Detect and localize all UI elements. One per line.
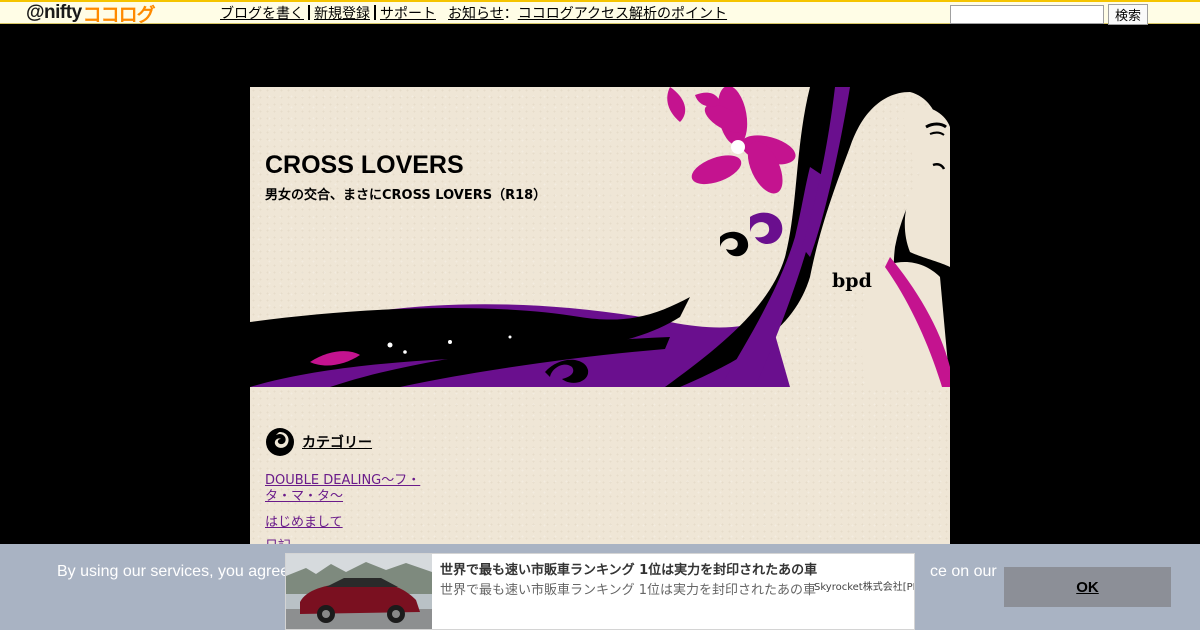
logo-nifty-text: @nifty	[26, 2, 82, 23]
blog-subtitle: 男女の交合、まさにCROSS LOVERS（R18）	[265, 188, 547, 203]
cookie-consent-text-tail: ce on our	[930, 563, 997, 580]
register-link[interactable]: 新規登録	[314, 5, 370, 21]
nifty-kokolog-logo[interactable]: @nifty ココログ	[26, 2, 156, 26]
category-swirl-icon	[266, 428, 294, 456]
banner-bpd-mark: bpd	[832, 270, 872, 292]
blog-title[interactable]: CROSS LOVERS	[265, 151, 464, 180]
ad-description[interactable]: 世界で最も速い市販車ランキング 1位は実力を封印されたあの車	[440, 579, 816, 598]
notice-article-link[interactable]: ココログアクセス解析のポイント	[518, 5, 727, 21]
cookie-consent-text: By using our services, you agree	[57, 563, 290, 580]
header-banner-illustration: bpd	[250, 87, 950, 387]
nav-divider	[374, 5, 376, 20]
notice-colon: ：	[503, 5, 518, 21]
category-link-hajimemashite[interactable]: はじめまして	[265, 515, 425, 531]
sponsored-ad[interactable]: 世界で最も速い市販車ランキング 1位は実力を封印されたあの車 世界で最も速い市販…	[285, 553, 915, 630]
search-input[interactable]	[950, 5, 1104, 24]
ad-title[interactable]: 世界で最も速い市販車ランキング 1位は実力を封印されたあの車	[440, 559, 817, 578]
ad-sponsor: Skyrocket株式会社[PR]	[814, 582, 915, 593]
category-link-double-dealing[interactable]: DOUBLE DEALING～フ・タ・マ・タ～	[265, 473, 425, 505]
ad-car-image[interactable]	[286, 554, 432, 630]
nav-divider	[308, 5, 310, 20]
notice-link[interactable]: お知らせ	[448, 5, 504, 21]
category-heading[interactable]: カテゴリー	[302, 432, 372, 452]
cookie-ok-button[interactable]: OK	[1004, 567, 1171, 607]
search-button[interactable]: 検索	[1108, 4, 1148, 25]
nifty-top-bar: @nifty ココログ ブログを書く 新規登録 サポート お知らせ：ココログアクセス解…	[0, 0, 1200, 26]
top-nav: ブログを書く 新規登録 サポート お知らせ：ココログアクセス解析のポイント	[220, 3, 727, 23]
support-link[interactable]: サポート	[380, 5, 436, 21]
logo-kokolog-text: ココログ	[82, 4, 156, 26]
write-blog-link[interactable]: ブログを書く	[220, 5, 304, 21]
